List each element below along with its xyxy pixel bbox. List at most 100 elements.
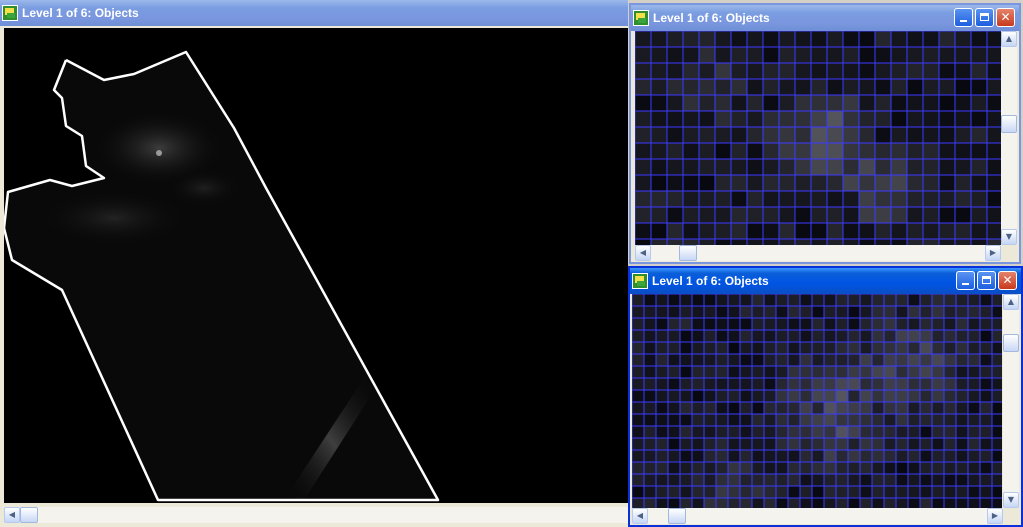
grid-cell	[691, 389, 705, 403]
grid-cell	[682, 142, 700, 160]
arrow-up-icon[interactable]: ▲	[1003, 294, 1019, 310]
maximize-icon[interactable]	[975, 8, 994, 27]
grid-cell	[763, 485, 777, 499]
grid-cell	[847, 305, 861, 319]
grid-cell	[895, 305, 909, 319]
grid-cell	[655, 389, 669, 403]
region-fill	[4, 52, 438, 500]
grid-cell	[967, 377, 981, 391]
grid-cell	[847, 341, 861, 355]
bottom-right-grid-view[interactable]	[632, 294, 1002, 508]
grid-cell	[811, 461, 825, 475]
top-right-vscroll-thumb[interactable]	[1001, 115, 1017, 133]
grid-cell	[967, 389, 981, 403]
arrow-down-icon[interactable]: ▼	[1003, 492, 1019, 508]
grid-cell	[703, 377, 717, 391]
grid-cell	[847, 353, 861, 367]
grid-cell	[794, 31, 812, 48]
grid-cell	[632, 353, 645, 367]
minimize-icon[interactable]	[954, 8, 973, 27]
grid-cell	[811, 329, 825, 343]
top-right-vertical-scrollbar[interactable]: ▲ ▼	[1001, 31, 1017, 245]
main-horizontal-scrollbar[interactable]: ◀	[4, 507, 628, 523]
grid-cell	[874, 94, 892, 112]
bottom-right-hscroll-thumb[interactable]	[668, 508, 686, 524]
grid-cell	[739, 461, 753, 475]
grid-cell	[955, 389, 969, 403]
grid-cell	[762, 110, 780, 128]
grid-cell	[787, 377, 801, 391]
grid-cell	[847, 485, 861, 499]
arrow-down-icon[interactable]: ▼	[1001, 229, 1017, 245]
grid-cell	[698, 174, 716, 192]
grid-cell	[823, 377, 837, 391]
grid-cell	[667, 497, 681, 508]
grid-cell	[842, 78, 860, 96]
grid-cell	[906, 142, 924, 160]
top-right-horizontal-scrollbar[interactable]: ◀ ▶	[635, 245, 1001, 261]
bottom-right-vertical-scrollbar[interactable]: ▲ ▼	[1003, 294, 1019, 508]
grid-cell	[883, 294, 897, 307]
grid-cell	[655, 294, 669, 307]
bottom-right-object-window: Level 1 of 6: Objects ✕ ▲ ▼ ◀ ▶	[628, 266, 1023, 527]
grid-cell	[979, 437, 993, 451]
arrow-left-icon[interactable]: ◀	[4, 507, 20, 523]
grid-cell	[763, 461, 777, 475]
grid-cell	[762, 46, 780, 64]
bottom-right-vscroll-thumb[interactable]	[1003, 334, 1019, 352]
grid-cell	[938, 206, 956, 224]
grid-cell	[762, 174, 780, 192]
grid-cell	[907, 389, 921, 403]
grid-cell	[991, 473, 1002, 487]
grid-cell	[763, 317, 777, 331]
grid-cell	[679, 413, 693, 427]
arrow-up-icon[interactable]: ▲	[1001, 31, 1017, 47]
grid-cell	[823, 365, 837, 379]
close-icon[interactable]: ✕	[996, 8, 1015, 27]
grid-cell	[730, 46, 748, 64]
grid-cell	[931, 305, 945, 319]
top-right-grid-view[interactable]	[635, 31, 1001, 245]
grid-cell	[954, 94, 972, 112]
arrow-right-icon[interactable]: ▶	[985, 245, 1001, 261]
grid-cell	[858, 222, 876, 240]
top-right-hscroll-thumb[interactable]	[679, 245, 697, 261]
close-icon[interactable]: ✕	[998, 271, 1017, 290]
grid-cell	[986, 206, 1001, 224]
top-right-window-titlebar[interactable]: Level 1 of 6: Objects ✕	[631, 5, 1019, 31]
grid-cell	[778, 206, 796, 224]
grid-cell	[955, 329, 969, 343]
grid-cell	[922, 94, 940, 112]
grid-cell	[799, 317, 813, 331]
grid-cell	[823, 305, 837, 319]
minimize-icon[interactable]	[956, 271, 975, 290]
maximize-icon[interactable]	[977, 271, 996, 290]
arrow-right-icon[interactable]: ▶	[987, 508, 1003, 524]
grid-cell	[979, 341, 993, 355]
grid-cell	[775, 437, 789, 451]
grid-cell	[895, 341, 909, 355]
arrow-left-icon[interactable]: ◀	[635, 245, 651, 261]
grid-cell	[826, 126, 844, 144]
grid-cell	[794, 126, 812, 144]
bottom-right-horizontal-scrollbar[interactable]: ◀ ▶	[632, 508, 1003, 524]
main-window-titlebar[interactable]: Level 1 of 6: Objects	[0, 0, 628, 26]
grid-cell	[883, 449, 897, 463]
grid-cell	[835, 425, 849, 439]
grid-cell	[655, 317, 669, 331]
arrow-left-icon[interactable]: ◀	[632, 508, 648, 524]
grid-cell	[919, 437, 933, 451]
grid-cell	[970, 126, 988, 144]
grid-cell	[954, 190, 972, 208]
grid-cell	[919, 473, 933, 487]
grid-cell	[703, 317, 717, 331]
bottom-right-window-titlebar[interactable]: Level 1 of 6: Objects ✕	[630, 268, 1021, 294]
grid-cell	[931, 473, 945, 487]
grid-cell	[655, 341, 669, 355]
grid-cell	[787, 473, 801, 487]
main-scroll-thumb[interactable]	[20, 507, 38, 523]
grid-cell	[979, 294, 993, 307]
main-image-view[interactable]	[4, 28, 628, 503]
grid-cell	[739, 305, 753, 319]
grid-cell	[691, 317, 705, 331]
